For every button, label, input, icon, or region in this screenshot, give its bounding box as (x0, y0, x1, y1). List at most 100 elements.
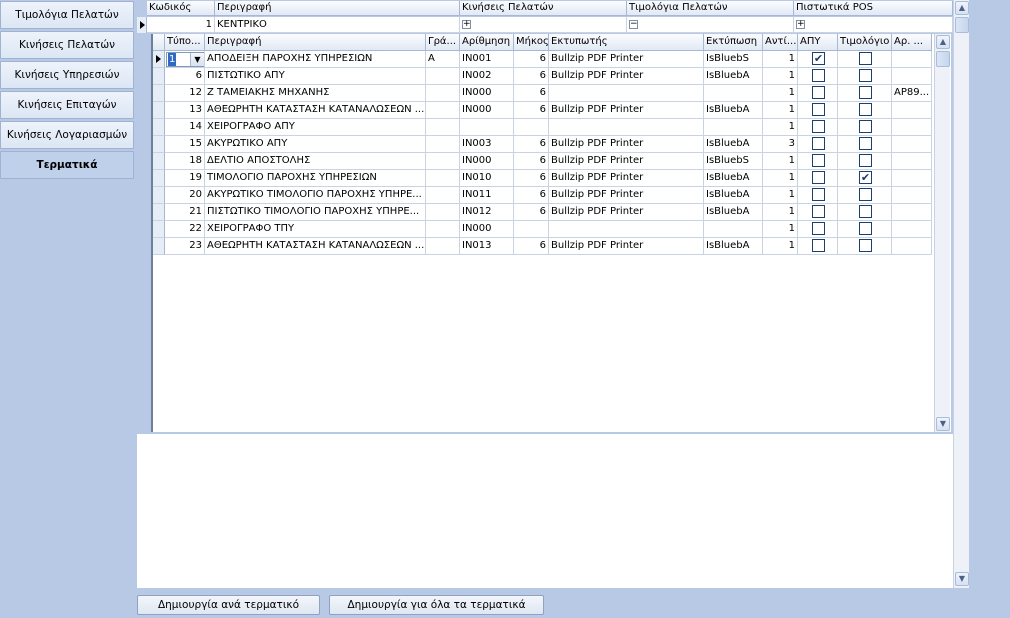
detail-cell-numbering[interactable] (460, 119, 514, 136)
nav-item-customer-movements[interactable]: Κινήσεις Πελατών (0, 31, 134, 59)
detail-cell-invoice[interactable] (838, 221, 892, 238)
detail-cell-invoice[interactable] (838, 238, 892, 255)
detail-cell-letter[interactable] (426, 221, 460, 238)
detail-cell-printer[interactable] (549, 119, 704, 136)
detail-cell-numbering[interactable]: IN013 (460, 238, 514, 255)
detail-cell-printer[interactable]: Bullzip PDF Printer (549, 51, 704, 68)
checkbox[interactable] (812, 239, 825, 252)
detail-cell-description[interactable]: ΑΘΕΩΡΗΤΗ ΚΑΤΑΣΤΑΣΗ ΚΑΤΑΝΑΛΩΣΕΩΝ ... (205, 102, 426, 119)
detail-row-selector[interactable] (153, 204, 165, 221)
detail-cell-print[interactable] (704, 85, 763, 102)
detail-cell-printer[interactable] (549, 221, 704, 238)
detail-row-selector[interactable] (153, 238, 165, 255)
detail-cell-apy[interactable] (798, 221, 838, 238)
detail-cell-length[interactable]: 6 (514, 204, 549, 221)
detail-cell-type[interactable]: 20 (165, 187, 205, 204)
detail-cell-printer[interactable]: Bullzip PDF Printer (549, 187, 704, 204)
detail-cell-apy[interactable] (798, 119, 838, 136)
detail-cell-numbering[interactable]: IN000 (460, 102, 514, 119)
detail-cell-letter[interactable] (426, 153, 460, 170)
type-dropdown[interactable]: 1 ▼ (166, 52, 204, 67)
detail-cell-ar[interactable] (892, 68, 932, 85)
detail-cell-numbering[interactable]: IN000 (460, 85, 514, 102)
detail-cell-letter[interactable] (426, 119, 460, 136)
checkbox[interactable]: ✔ (812, 52, 825, 65)
checkbox[interactable] (812, 120, 825, 133)
detail-cell-letter[interactable] (426, 204, 460, 221)
detail-cell-apy[interactable]: ✔ (798, 51, 838, 68)
detail-cell-invoice[interactable]: ✔ (838, 170, 892, 187)
detail-cell-print[interactable]: IsBluebA (704, 136, 763, 153)
detail-cell-letter[interactable] (426, 68, 460, 85)
detail-cell-ar[interactable] (892, 153, 932, 170)
detail-cell-type[interactable]: 19 (165, 170, 205, 187)
master-vertical-scrollbar[interactable]: ▲ ▼ (953, 0, 969, 588)
detail-cell-invoice[interactable] (838, 51, 892, 68)
checkbox[interactable] (812, 171, 825, 184)
detail-cell-letter[interactable] (426, 136, 460, 153)
detail-cell-copies[interactable]: 1 (763, 238, 798, 255)
detail-vertical-scrollbar[interactable]: ▲ ▼ (934, 34, 950, 432)
detail-cell-letter[interactable] (426, 102, 460, 119)
checkbox[interactable] (812, 205, 825, 218)
detail-cell-apy[interactable] (798, 85, 838, 102)
detail-cell-ar[interactable] (892, 221, 932, 238)
detail-cell-ar[interactable] (892, 119, 932, 136)
detail-row-selector[interactable] (153, 187, 165, 204)
detail-cell-ar[interactable] (892, 238, 932, 255)
nav-item-terminals[interactable]: Τερματικά (0, 151, 134, 179)
detail-cell-letter[interactable] (426, 170, 460, 187)
detail-cell-apy[interactable] (798, 68, 838, 85)
detail-cell-type[interactable]: 21 (165, 204, 205, 221)
detail-cell-length[interactable]: 6 (514, 238, 549, 255)
detail-cell-type[interactable]: 15 (165, 136, 205, 153)
detail-col-apy[interactable]: ΑΠΥ (798, 34, 838, 51)
detail-row-selector[interactable] (153, 221, 165, 238)
detail-cell-letter[interactable] (426, 85, 460, 102)
detail-cell-copies[interactable]: 1 (763, 187, 798, 204)
detail-cell-numbering[interactable]: IN000 (460, 153, 514, 170)
detail-cell-invoice[interactable] (838, 85, 892, 102)
detail-cell-print[interactable]: IsBluebA (704, 170, 763, 187)
scroll-down-icon[interactable]: ▼ (955, 572, 969, 586)
detail-cell-length[interactable]: 6 (514, 187, 549, 204)
checkbox[interactable]: ✔ (859, 171, 872, 184)
detail-cell-copies[interactable]: 1 (763, 221, 798, 238)
master-col-customer-invoices[interactable]: Τιμολόγια Πελατών (627, 1, 794, 16)
master-col-pos-credits[interactable]: Πιστωτικά POS (794, 1, 953, 16)
detail-cell-numbering[interactable]: IN010 (460, 170, 514, 187)
checkbox[interactable] (859, 222, 872, 235)
detail-cell-copies[interactable]: 1 (763, 102, 798, 119)
detail-cell-ar[interactable] (892, 187, 932, 204)
nav-item-cheque-movements[interactable]: Κινήσεις Επιταγών (0, 91, 134, 119)
detail-row-selector[interactable] (153, 119, 165, 136)
scroll-down-icon[interactable]: ▼ (936, 417, 950, 431)
detail-cell-print[interactable]: IsBluebS (704, 153, 763, 170)
detail-cell-copies[interactable]: 3 (763, 136, 798, 153)
detail-cell-apy[interactable] (798, 153, 838, 170)
detail-row-selector[interactable] (153, 170, 165, 187)
checkbox[interactable] (859, 154, 872, 167)
checkbox[interactable] (812, 103, 825, 116)
nav-item-account-movements[interactable]: Κινήσεις Λογαριασμών (0, 121, 134, 149)
detail-cell-ar[interactable] (892, 102, 932, 119)
detail-cell-invoice[interactable] (838, 187, 892, 204)
detail-cell-printer[interactable]: Bullzip PDF Printer (549, 238, 704, 255)
detail-cell-description[interactable]: ΧΕΙΡΟΓΡΑΦΟ ΑΠΥ (205, 119, 426, 136)
create-per-terminal-button[interactable]: Δημιουργία ανά τερματικό (137, 595, 320, 615)
detail-row-selector[interactable] (153, 153, 165, 170)
detail-cell-length[interactable]: 6 (514, 136, 549, 153)
checkbox[interactable] (812, 86, 825, 99)
detail-cell-invoice[interactable] (838, 204, 892, 221)
detail-cell-type[interactable]: 14 (165, 119, 205, 136)
checkbox[interactable] (812, 222, 825, 235)
detail-scroll-thumb[interactable] (936, 51, 950, 67)
detail-col-ar[interactable]: Αρ. ... (892, 34, 932, 51)
detail-cell-type[interactable]: 13 (165, 102, 205, 119)
detail-cell-description[interactable]: ΠΙΣΤΩΤΙΚΟ ΑΠΥ (205, 68, 426, 85)
checkbox[interactable] (859, 137, 872, 150)
detail-cell-description[interactable]: ΤΙΜΟΛΟΓΙΟ ΠΑΡΟΧΗΣ ΥΠΗΡΕΣΙΩΝ (205, 170, 426, 187)
detail-cell-printer[interactable] (549, 85, 704, 102)
detail-col-copies[interactable]: Αντί... (763, 34, 798, 51)
detail-col-print[interactable]: Εκτύπωση (704, 34, 763, 51)
